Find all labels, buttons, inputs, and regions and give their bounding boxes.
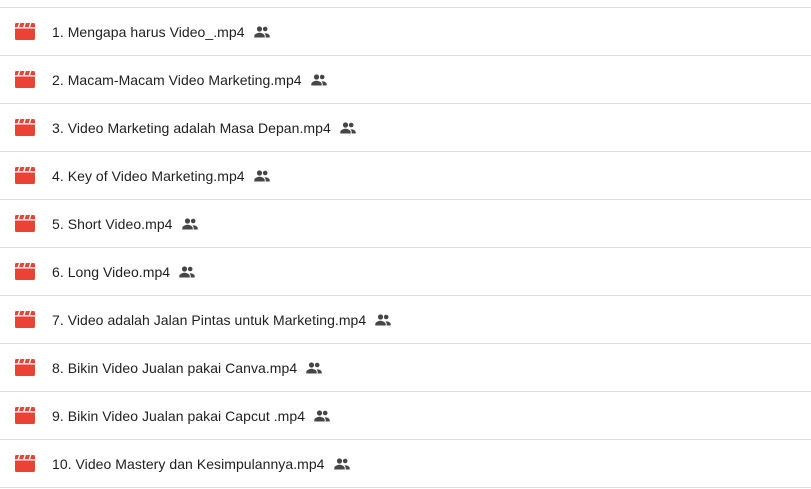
video-file-icon	[15, 359, 35, 377]
video-file-icon	[15, 71, 35, 89]
shared-people-icon	[310, 72, 327, 88]
file-name[interactable]: 3. Video Marketing adalah Masa Depan.mp4	[52, 120, 331, 136]
file-row[interactable]: 5. Short Video.mp4	[0, 199, 811, 247]
file-row[interactable]: 10. Video Mastery dan Kesimpulannya.mp4	[0, 439, 811, 488]
file-name[interactable]: 7. Video adalah Jalan Pintas untuk Marke…	[52, 312, 366, 328]
file-name[interactable]: 1. Mengapa harus Video_.mp4	[52, 24, 245, 40]
file-name[interactable]: 9. Bikin Video Jualan pakai Capcut .mp4	[52, 408, 305, 424]
video-file-icon	[15, 311, 35, 329]
file-name[interactable]: 10. Video Mastery dan Kesimpulannya.mp4	[52, 456, 325, 472]
file-row[interactable]: 4. Key of Video Marketing.mp4	[0, 151, 811, 199]
video-file-icon	[15, 263, 35, 281]
shared-people-icon	[253, 168, 270, 184]
shared-people-icon	[340, 120, 356, 136]
video-file-icon	[15, 215, 35, 233]
file-name[interactable]: 4. Key of Video Marketing.mp4	[52, 168, 245, 184]
video-file-icon	[15, 455, 35, 473]
shared-people-icon	[306, 360, 322, 376]
file-list: 1. Mengapa harus Video_.mp4 2. Macam-Maca…	[0, 7, 811, 488]
shared-people-icon	[314, 408, 330, 424]
video-file-icon	[15, 407, 35, 425]
file-row[interactable]: 6. Long Video.mp4	[0, 247, 811, 295]
file-row[interactable]: 9. Bikin Video Jualan pakai Capcut .mp4	[0, 391, 811, 439]
video-file-icon	[15, 167, 35, 185]
shared-people-icon	[181, 216, 198, 232]
shared-people-icon	[179, 264, 195, 280]
file-name[interactable]: 2. Macam-Macam Video Marketing.mp4	[52, 72, 302, 88]
file-name[interactable]: 5. Short Video.mp4	[52, 216, 173, 232]
file-row[interactable]: 1. Mengapa harus Video_.mp4	[0, 7, 811, 55]
file-row[interactable]: 8. Bikin Video Jualan pakai Canva.mp4	[0, 343, 811, 391]
file-row[interactable]: 7. Video adalah Jalan Pintas untuk Marke…	[0, 295, 811, 343]
file-name[interactable]: 8. Bikin Video Jualan pakai Canva.mp4	[52, 360, 297, 376]
video-file-icon	[15, 119, 35, 137]
video-file-icon	[15, 23, 35, 41]
file-name[interactable]: 6. Long Video.mp4	[52, 264, 170, 280]
shared-people-icon	[333, 456, 350, 472]
file-row[interactable]: 3. Video Marketing adalah Masa Depan.mp4	[0, 103, 811, 151]
shared-people-icon	[375, 312, 391, 328]
file-row[interactable]: 2. Macam-Macam Video Marketing.mp4	[0, 55, 811, 103]
shared-people-icon	[253, 24, 270, 40]
